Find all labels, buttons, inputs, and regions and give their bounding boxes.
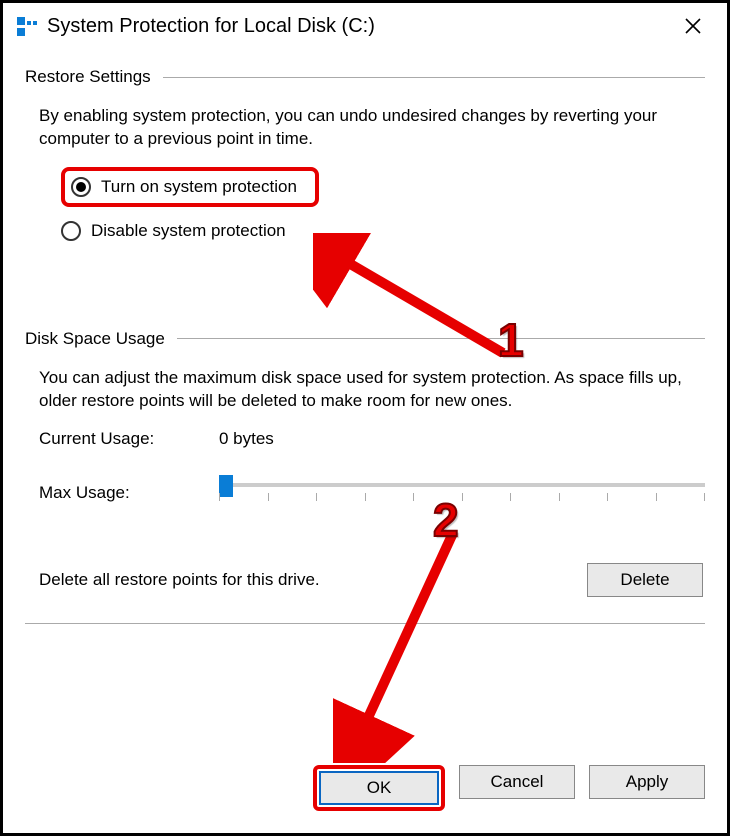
- current-usage-label: Current Usage:: [39, 429, 219, 449]
- titlebar: System Protection for Local Disk (C:): [3, 3, 727, 49]
- max-usage-label: Max Usage:: [39, 483, 219, 503]
- content-area: Restore Settings By enabling system prot…: [3, 49, 727, 597]
- radio-on-label: Turn on system protection: [101, 177, 297, 197]
- dialog-footer: OK Cancel Apply: [25, 765, 705, 811]
- apply-button[interactable]: Apply: [589, 765, 705, 799]
- close-button[interactable]: [673, 6, 713, 46]
- divider: [163, 77, 705, 78]
- radio-off-label: Disable system protection: [91, 221, 286, 241]
- ok-button[interactable]: OK: [319, 771, 439, 805]
- radio-disable[interactable]: Disable system protection: [61, 221, 705, 241]
- delete-row: Delete all restore points for this drive…: [25, 513, 705, 597]
- annotation-highlight-1: Turn on system protection: [61, 167, 319, 207]
- usage-description: You can adjust the maximum disk space us…: [25, 367, 705, 429]
- restore-header-label: Restore Settings: [25, 67, 151, 87]
- annotation-highlight-2: OK: [313, 765, 445, 811]
- radio-icon: [61, 221, 81, 241]
- current-usage-row: Current Usage: 0 bytes: [25, 429, 705, 449]
- cancel-button[interactable]: Cancel: [459, 765, 575, 799]
- delete-button[interactable]: Delete: [587, 563, 703, 597]
- protection-radio-group: Turn on system protection Disable system…: [25, 167, 705, 241]
- delete-description: Delete all restore points for this drive…: [39, 570, 320, 590]
- restore-header: Restore Settings: [25, 67, 705, 87]
- footer-divider: [25, 623, 705, 624]
- restore-description: By enabling system protection, you can u…: [25, 105, 705, 167]
- max-usage-slider[interactable]: [219, 473, 705, 513]
- slider-ticks: [219, 493, 705, 501]
- usage-header: Disk Space Usage: [25, 329, 705, 349]
- radio-turn-on[interactable]: Turn on system protection: [71, 177, 297, 197]
- usage-header-label: Disk Space Usage: [25, 329, 165, 349]
- slider-track: [219, 483, 705, 487]
- radio-icon: [71, 177, 91, 197]
- window-title: System Protection for Local Disk (C:): [47, 15, 375, 38]
- current-usage-value: 0 bytes: [219, 429, 274, 449]
- divider: [177, 338, 705, 339]
- max-usage-row: Max Usage:: [25, 473, 705, 513]
- drive-icon: [17, 16, 37, 36]
